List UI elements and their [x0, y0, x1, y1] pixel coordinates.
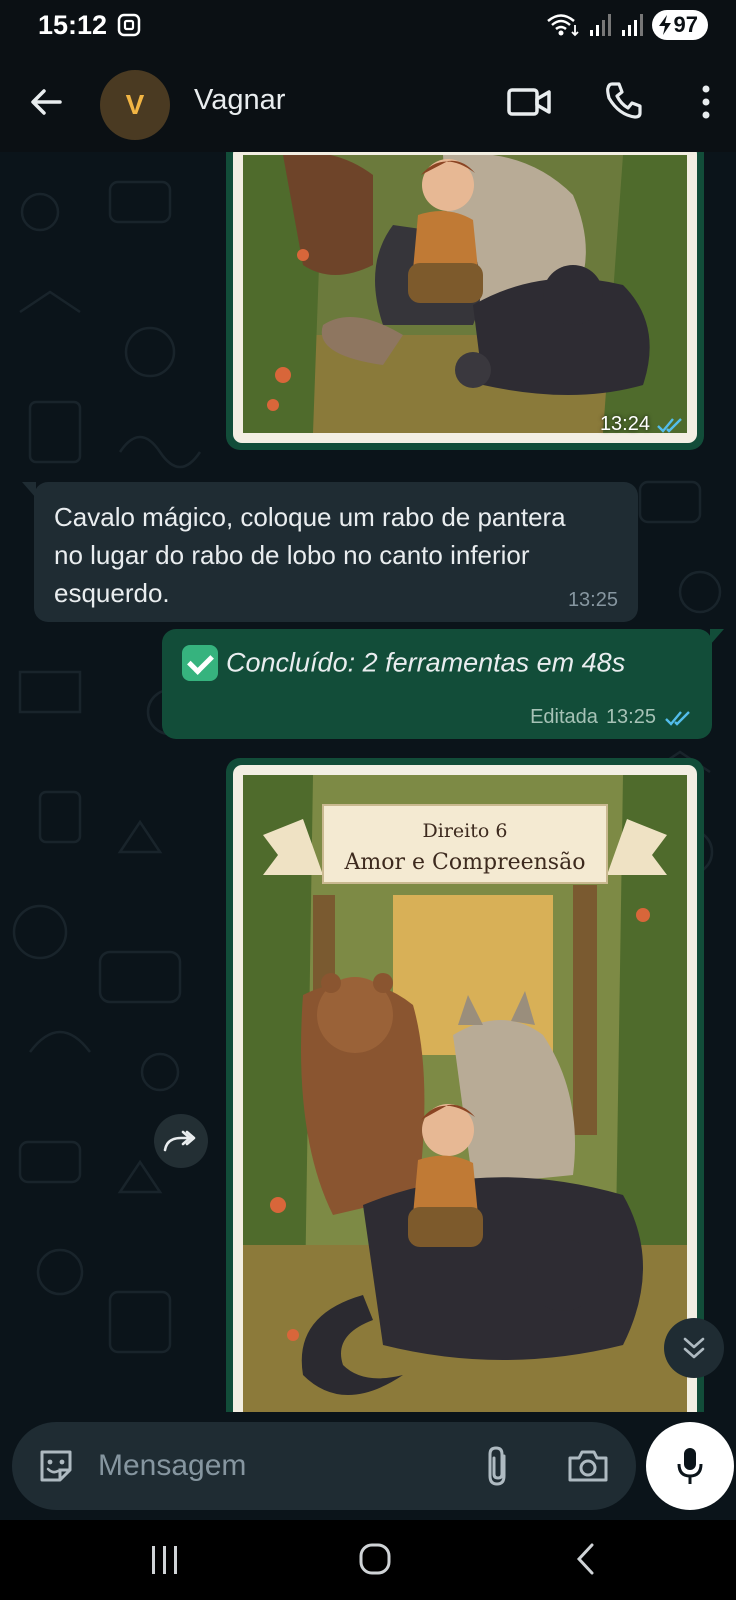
message-composer: [0, 1412, 736, 1520]
status-icons: 97: [546, 10, 708, 40]
banner-subtitle: Amor e Compreensão: [344, 850, 586, 875]
input-pill[interactable]: [12, 1422, 636, 1510]
edited-label: Editada: [530, 706, 598, 728]
double-check-icon: [657, 417, 682, 433]
forward-button[interactable]: [154, 1114, 208, 1168]
image-frame: [233, 152, 697, 443]
image-message[interactable]: Direito 6 Amor e Compreensão: [226, 758, 704, 1412]
contact-name[interactable]: Vagnar: [194, 84, 285, 117]
battery-charging-icon: [658, 15, 671, 35]
home-icon[interactable]: [358, 1542, 392, 1576]
back-icon[interactable]: [574, 1542, 596, 1576]
sticker-icon[interactable]: [36, 1446, 76, 1486]
avatar-initial: V: [125, 89, 145, 120]
more-vert-icon[interactable]: [696, 82, 716, 122]
outgoing-message[interactable]: Concluído: 2 ferramentas em 48s Editada …: [162, 629, 724, 739]
signal-icon: [621, 14, 643, 36]
jungle-illustration-image: Direito 6 Amor e Compreensão: [243, 775, 687, 1412]
battery-level: 97: [673, 12, 698, 37]
double-chevron-down-icon: [683, 1337, 705, 1359]
battery-indicator: 97: [651, 10, 708, 40]
message-text: Concluído: 2 ferramentas em 48s: [226, 647, 626, 678]
message-meta: Editada 13:25: [530, 706, 692, 729]
back-arrow-icon[interactable]: [26, 82, 66, 122]
status-bar: 15:12 97: [0, 0, 736, 52]
chat-header: V Vagnar: [0, 52, 736, 152]
forward-icon: [163, 1130, 196, 1152]
message-text: Cavalo mágico, coloque um rabo de panter…: [54, 502, 566, 608]
avatar[interactable]: V: [100, 70, 170, 140]
voice-call-icon[interactable]: [604, 80, 644, 120]
status-time: 15:12: [38, 10, 108, 40]
jungle-illustration-image: [243, 155, 687, 433]
wifi-icon: [546, 14, 579, 37]
message-input[interactable]: [98, 1444, 458, 1488]
attach-icon[interactable]: [482, 1444, 516, 1488]
message-time: 13:25: [605, 706, 656, 728]
mic-button[interactable]: [646, 1422, 734, 1510]
message-time: 13:25: [567, 589, 618, 611]
check-mark-button-icon: [182, 645, 218, 681]
chat-area[interactable]: 13:24 Cavalo mágico, coloque um rabo de …: [0, 152, 736, 1412]
message-time: 13:24: [599, 413, 650, 435]
scroll-to-bottom-button[interactable]: [664, 1318, 724, 1378]
signal-icon: [589, 14, 611, 36]
image-frame: Direito 6 Amor e Compreensão: [233, 765, 697, 1412]
system-nav-bar: [0, 1520, 736, 1600]
mic-icon: [677, 1448, 703, 1484]
banner-title: Direito 6: [423, 820, 508, 842]
double-check-icon: [665, 710, 690, 726]
recents-icon[interactable]: [148, 1544, 182, 1576]
incoming-message[interactable]: Cavalo mágico, coloque um rabo de panter…: [22, 482, 638, 622]
video-call-icon[interactable]: [506, 82, 552, 122]
message-meta: 13:24: [600, 413, 684, 436]
screen-record-icon: [117, 13, 141, 37]
image-message[interactable]: 13:24: [226, 152, 704, 450]
camera-icon[interactable]: [566, 1446, 610, 1486]
